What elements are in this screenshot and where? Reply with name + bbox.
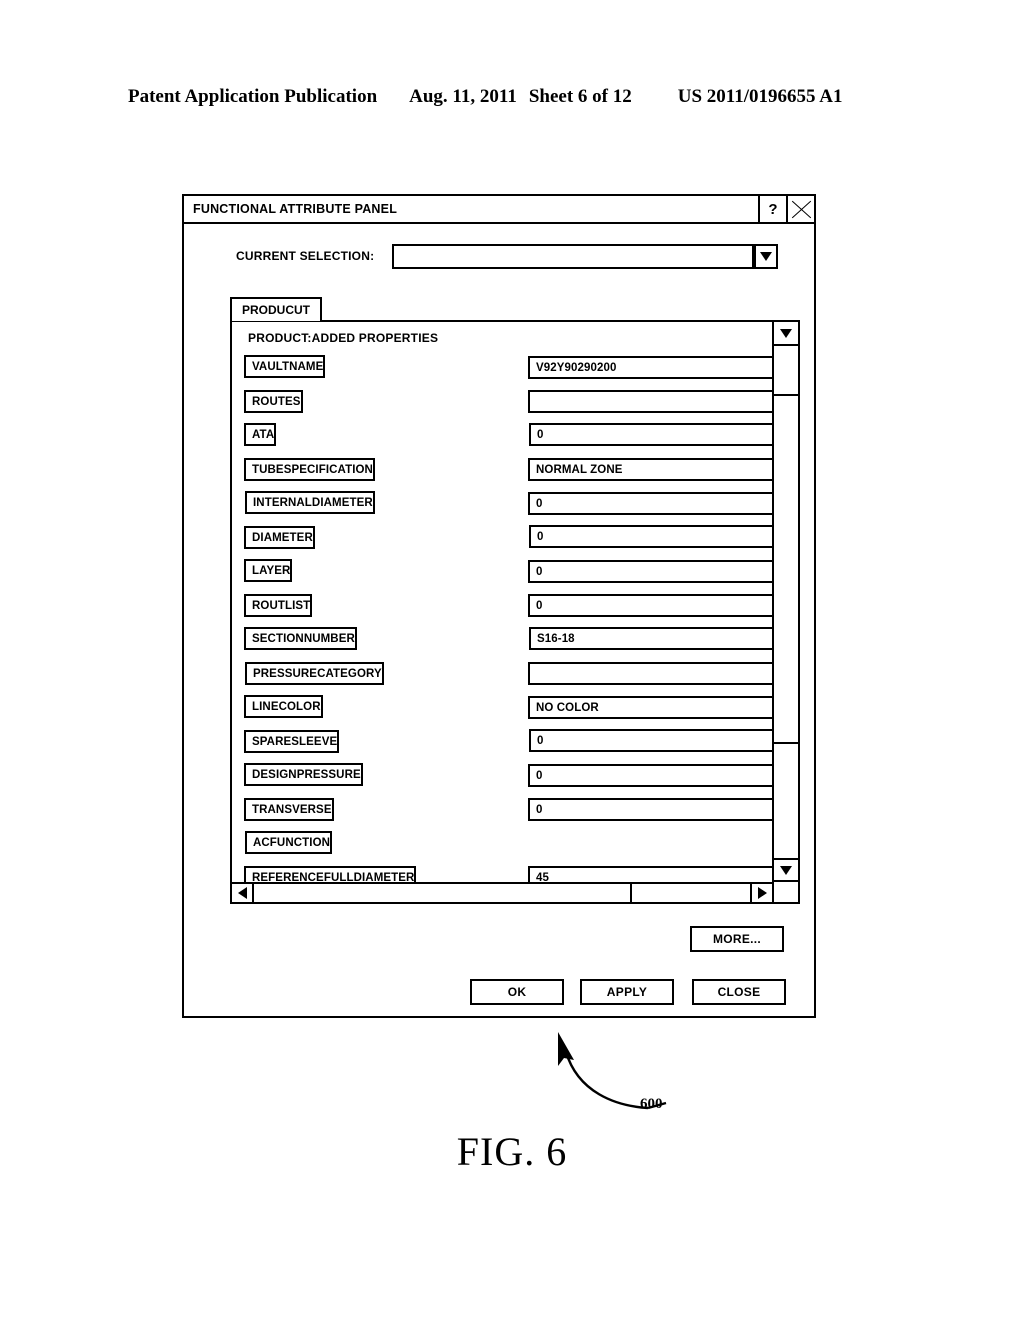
property-row: INTERNALDIAMETER 0 bbox=[232, 488, 772, 522]
scroll-up-button[interactable] bbox=[774, 322, 798, 346]
dialog-titlebar: FUNCTIONAL ATTRIBUTE PANEL ? bbox=[184, 196, 814, 224]
scroll-down-button[interactable] bbox=[774, 858, 798, 882]
property-value-input[interactable]: 0 bbox=[528, 798, 772, 821]
publication-label: Patent Application Publication bbox=[128, 86, 378, 107]
vertical-scrollbar[interactable] bbox=[772, 322, 798, 902]
section-title: PRODUCT:ADDED PROPERTIES bbox=[248, 331, 439, 345]
property-value-input[interactable]: 0 bbox=[528, 492, 772, 515]
ok-button[interactable]: OK bbox=[470, 979, 564, 1005]
property-label: SECTIONNUMBER bbox=[244, 627, 357, 650]
properties-list-viewport: PRODUCT:ADDED PROPERTIES VAULTNAME V92Y90… bbox=[232, 322, 772, 882]
property-row: ROUTES bbox=[232, 386, 772, 420]
close-button[interactable]: CLOSE bbox=[692, 979, 786, 1005]
help-button[interactable]: ? bbox=[758, 196, 786, 222]
sheet-number: Sheet 6 of 12 bbox=[528, 86, 632, 107]
current-selection-dropdown-button[interactable] bbox=[754, 244, 778, 269]
property-row: DESIGNPRESSURE 0 bbox=[232, 760, 772, 794]
property-value-input[interactable]: 45 bbox=[528, 866, 772, 882]
property-row: ATA 0 bbox=[232, 420, 772, 454]
dialog-title: FUNCTIONAL ATTRIBUTE PANEL bbox=[193, 202, 398, 216]
property-row: TUBESPECIFICATION NORMAL ZONE bbox=[232, 454, 772, 488]
property-label: LAYER bbox=[244, 559, 293, 582]
property-row: LAYER 0 bbox=[232, 556, 772, 590]
figure-caption: FIG. 6 bbox=[456, 1129, 568, 1174]
triangle-down-icon bbox=[780, 865, 792, 875]
property-value-input[interactable]: 0 bbox=[528, 594, 772, 617]
patent-header: Patent Application Publication Aug. 11, … bbox=[128, 86, 896, 112]
property-row: LINECOLOR NO COLOR bbox=[232, 692, 772, 726]
property-label: VAULTNAME bbox=[244, 355, 326, 378]
property-value-input[interactable]: 0 bbox=[529, 525, 772, 548]
current-selection-label: CURRENT SELECTION: bbox=[236, 249, 375, 263]
property-label: TRANSVERSE bbox=[244, 798, 334, 821]
property-value-input[interactable]: V92Y90290200 bbox=[528, 356, 772, 379]
property-label: DESIGNPRESSURE bbox=[244, 763, 363, 786]
scroll-right-button[interactable] bbox=[750, 884, 772, 902]
properties-rows: VAULTNAME V92Y90290200 ROUTES ATA 0 TUBESPECI… bbox=[232, 352, 772, 882]
leader-arrow bbox=[558, 1032, 667, 1110]
property-value-input[interactable]: S16-18 bbox=[529, 627, 772, 650]
property-label: INTERNALDIAMETER bbox=[245, 491, 375, 514]
current-selection-input[interactable] bbox=[392, 244, 754, 269]
functional-attribute-panel-dialog: FUNCTIONAL ATTRIBUTE PANEL ? CURRENT SEL… bbox=[182, 194, 816, 1018]
property-row: ROUTLIST 0 bbox=[232, 590, 772, 624]
triangle-down-icon bbox=[780, 328, 792, 338]
property-label: TUBESPECIFICATION bbox=[244, 458, 375, 481]
tab-label: PRODUCUT bbox=[242, 303, 310, 317]
more-button[interactable]: MORE... bbox=[690, 926, 784, 952]
property-value-input[interactable]: 0 bbox=[528, 560, 772, 583]
close-icon[interactable] bbox=[786, 196, 814, 222]
property-row: PRESSURECATEGORY bbox=[232, 658, 772, 692]
chevron-down-icon bbox=[760, 252, 772, 261]
property-label: PRESSURECATEGORY bbox=[245, 662, 384, 685]
publication-date: Aug. 11, 2011 bbox=[409, 86, 517, 107]
property-label: DIAMETER bbox=[244, 526, 315, 549]
tab-producut[interactable]: PRODUCUT bbox=[230, 297, 322, 321]
horizontal-scrollbar[interactable] bbox=[232, 882, 772, 902]
property-label: ROUTLIST bbox=[244, 594, 313, 617]
horizontal-scrollbar-thumb[interactable] bbox=[254, 884, 632, 902]
horizontal-scrollbar-track[interactable] bbox=[254, 884, 750, 902]
property-label: ACFUNCTION bbox=[245, 831, 333, 854]
property-value-input[interactable]: NORMAL ZONE bbox=[528, 458, 772, 481]
property-row: VAULTNAME V92Y90290200 bbox=[232, 352, 772, 386]
property-row: SECTIONNUMBER S16-18 bbox=[232, 624, 772, 658]
property-row: ACFUNCTION bbox=[232, 828, 772, 862]
property-value-input[interactable]: 0 bbox=[529, 423, 772, 446]
properties-panel: PRODUCT:ADDED PROPERTIES VAULTNAME V92Y90… bbox=[230, 320, 800, 904]
property-value-input[interactable] bbox=[528, 390, 772, 413]
reference-numeral: 600 bbox=[640, 1096, 663, 1112]
triangle-right-icon bbox=[757, 887, 767, 899]
property-label: LINECOLOR bbox=[244, 695, 323, 718]
property-label: ROUTES bbox=[244, 390, 303, 413]
patent-number: US 2011/0196655 A1 bbox=[677, 86, 843, 107]
property-row: REFERENCEFULLDIAMETER 45 bbox=[232, 862, 772, 882]
property-label: SPARESLEEVE bbox=[244, 730, 340, 753]
property-row: TRANSVERSE 0 bbox=[232, 794, 772, 828]
scroll-left-button[interactable] bbox=[232, 884, 254, 902]
property-value-input[interactable]: NO COLOR bbox=[528, 696, 772, 719]
property-value-input[interactable]: 0 bbox=[529, 729, 772, 752]
property-label: REFERENCEFULLDIAMETER bbox=[244, 866, 417, 882]
current-selection-row: CURRENT SELECTION: bbox=[184, 244, 814, 272]
apply-button[interactable]: APPLY bbox=[580, 979, 674, 1005]
property-value-input[interactable]: 0 bbox=[528, 764, 772, 787]
triangle-left-icon bbox=[237, 887, 247, 899]
vertical-scrollbar-thumb[interactable] bbox=[774, 394, 798, 744]
property-value-input[interactable] bbox=[528, 662, 772, 685]
property-label: ATA bbox=[244, 423, 277, 446]
property-row: DIAMETER 0 bbox=[232, 522, 772, 556]
property-row: SPARESLEEVE 0 bbox=[232, 726, 772, 760]
